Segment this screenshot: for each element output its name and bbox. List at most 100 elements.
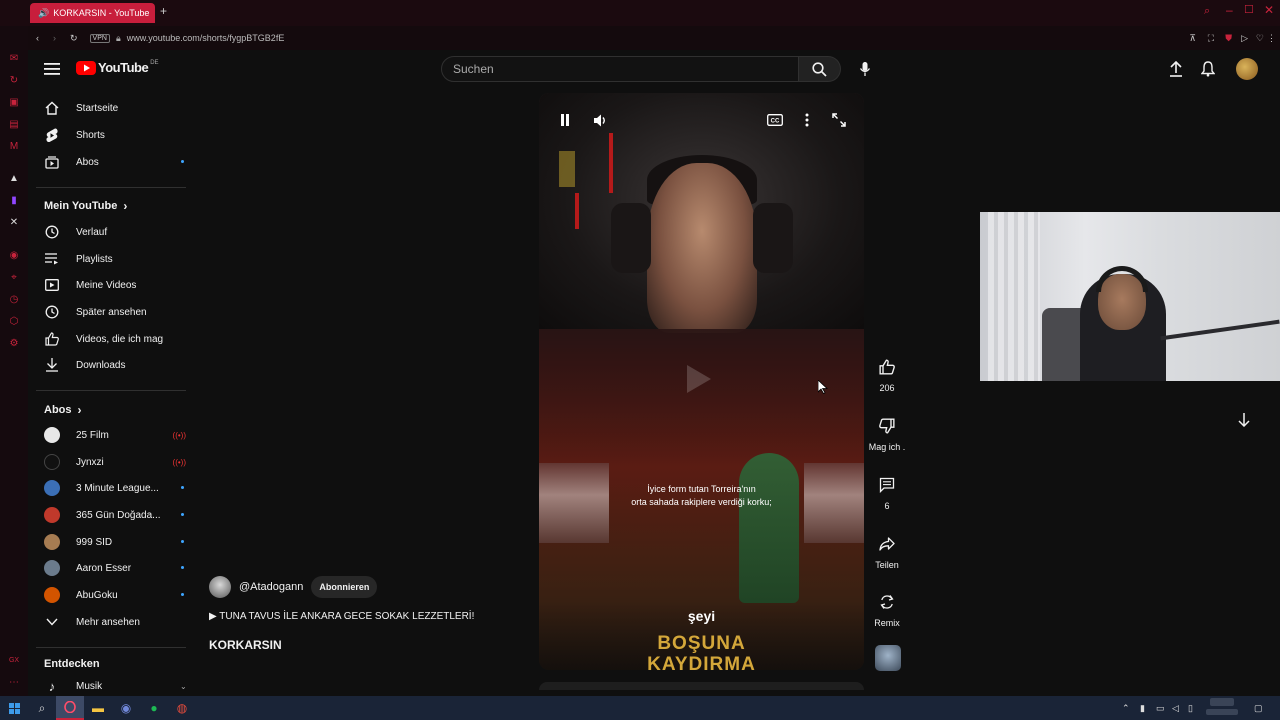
share-action[interactable]: Teilen	[866, 532, 908, 570]
sidebar-item-startseite[interactable]: Startseite	[36, 95, 186, 121]
active-tab[interactable]: 🔊 KORKARSIN - YouTube	[30, 3, 155, 23]
comments-action[interactable]: 6	[866, 473, 908, 511]
forward-icon[interactable]: ›	[53, 33, 56, 43]
next-short-button[interactable]	[1232, 408, 1256, 432]
sidebar-item-playlists[interactable]: Playlists	[36, 246, 186, 272]
twitch-icon[interactable]: ▮	[8, 195, 20, 207]
sidebar-sub-3-minute-league[interactable]: 3 Minute League...	[36, 475, 186, 501]
clock-time[interactable]	[1210, 698, 1234, 706]
tray-mic-icon[interactable]: ▮	[1140, 703, 1145, 714]
menu-dots-icon[interactable]: ⋮	[1267, 33, 1276, 44]
x-icon[interactable]: ✕	[8, 217, 20, 229]
like-action[interactable]: 206	[866, 355, 908, 393]
sidebar-item-verlauf[interactable]: Verlauf	[36, 219, 186, 245]
sidebar-sub-25-film[interactable]: 25 Film ((•))	[36, 422, 186, 448]
pin-icon[interactable]: ⌖	[8, 272, 20, 284]
tray-chevron-icon[interactable]: ⌃	[1122, 703, 1130, 714]
clock-icon[interactable]: ◷	[8, 294, 20, 306]
search-button[interactable]	[799, 56, 841, 82]
voice-search-button[interactable]	[853, 57, 877, 81]
history-sidebar-icon[interactable]: ↻	[8, 75, 20, 87]
sidebar-item-downloads[interactable]: Downloads	[36, 352, 186, 378]
remix-button[interactable]	[875, 590, 899, 614]
gx-icon[interactable]: GX	[8, 655, 20, 667]
tray-network-icon[interactable]: ▭	[1156, 703, 1165, 714]
snapshot-icon[interactable]: ⛶	[1208, 33, 1214, 44]
bag-icon[interactable]: ▣	[8, 97, 20, 109]
wallet-icon[interactable]: ▤	[8, 119, 20, 131]
captions-button[interactable]: CC	[765, 110, 785, 130]
account-avatar[interactable]	[1236, 58, 1258, 80]
shorts-video-player[interactable]: CC İyice form tutan Torreira'nın orta sa…	[539, 93, 864, 670]
messenger-icon[interactable]: ✉	[8, 53, 20, 65]
vpn-badge[interactable]: VPN	[89, 33, 110, 43]
sidebar-sub-999-sid[interactable]: 999 SID	[36, 529, 186, 555]
aria-icon[interactable]: ▲	[8, 173, 20, 185]
speaker-icon[interactable]: 🔊	[38, 8, 49, 19]
reload-icon[interactable]: ↻	[70, 33, 78, 44]
sidebar-item-shorts[interactable]: Shorts	[36, 122, 186, 148]
back-icon[interactable]: ‹	[36, 33, 39, 43]
section-mein-youtube[interactable]: Mein YouTube ›	[44, 199, 127, 213]
search-taskbar-icon[interactable]: ⌕	[28, 696, 56, 720]
close-button[interactable]: ✕	[1264, 3, 1274, 17]
section-abos[interactable]: Abos ›	[44, 403, 82, 417]
extensions-icon[interactable]: ⬡	[8, 316, 20, 328]
sidebar-sub-365-gun[interactable]: 365 Gün Doğada...	[36, 502, 186, 528]
sidebar-item-meine-videos[interactable]: Meine Videos	[36, 272, 186, 298]
more-icon[interactable]: ⋯	[8, 677, 20, 689]
minimize-button[interactable]: –	[1226, 3, 1233, 17]
remix-action[interactable]: Remix	[866, 590, 908, 628]
bookmark-heart-icon[interactable]: ♡	[1256, 33, 1264, 44]
search-input[interactable]: Suchen	[441, 56, 799, 82]
file-explorer-icon[interactable]: ▬	[84, 696, 112, 720]
adblock-icon[interactable]: ⛊	[1225, 33, 1232, 44]
fullscreen-button[interactable]	[829, 110, 849, 130]
sidebar-sub-aaron-esser[interactable]: Aaron Esser	[36, 555, 186, 581]
menu-icon[interactable]	[40, 57, 64, 81]
notifications-button[interactable]	[1196, 57, 1220, 81]
share-button[interactable]	[875, 532, 899, 556]
play-ext-icon[interactable]: ▷	[1241, 33, 1248, 44]
youtube-logo[interactable]: YouTube DE	[76, 60, 159, 75]
sidebar-item-spaeter-ansehen[interactable]: Später ansehen	[36, 299, 186, 325]
subscribe-button[interactable]: Abonnieren	[311, 576, 378, 598]
sidebar-item-abos[interactable]: Abos	[36, 149, 186, 175]
dislike-action[interactable]: Mag ich .	[866, 414, 908, 452]
opera-taskbar-icon[interactable]	[56, 696, 84, 720]
channel-name[interactable]: @Atadogann	[239, 581, 303, 593]
sidebar-item-musik[interactable]: ♪ Musik	[36, 673, 186, 696]
mail-icon[interactable]: M	[8, 141, 20, 153]
obs-icon[interactable]: ◍	[168, 696, 196, 720]
like-button[interactable]	[875, 355, 899, 379]
comments-button[interactable]	[875, 473, 899, 497]
url-field[interactable]: www.youtube.com/shorts/fygpBTGB2fE	[127, 33, 285, 43]
sidebar-item-liked-videos[interactable]: Videos, die ich mag	[36, 326, 186, 352]
upload-button[interactable]	[1164, 57, 1188, 81]
sidebar-show-more[interactable]: Mehr ansehen	[36, 609, 186, 635]
maximize-button[interactable]: ☐	[1244, 3, 1254, 16]
channel-avatar[interactable]	[209, 576, 231, 598]
notification-center-icon[interactable]: ▢	[1254, 703, 1263, 714]
more-options-button[interactable]	[797, 110, 817, 130]
sidebar-scroll-down-icon[interactable]: ⌄	[180, 682, 187, 691]
dislike-button[interactable]	[875, 414, 899, 438]
windows-start-icon[interactable]	[0, 696, 28, 720]
volume-button[interactable]	[591, 110, 611, 130]
search-tabs-icon[interactable]: ⌕	[1204, 5, 1210, 18]
clock-date[interactable]	[1206, 709, 1238, 715]
new-tab-button[interactable]: +	[160, 4, 167, 18]
settings-icon[interactable]: ⚙	[8, 338, 20, 350]
tray-volume-icon[interactable]: ◁	[1172, 703, 1179, 714]
short-description[interactable]: ▶ TUNA TAVUS İLE ANKARA GECE SOKAK LEZZE…	[209, 611, 474, 622]
tray-battery-icon[interactable]: ▯	[1188, 703, 1193, 714]
sidebar-sub-abugoku[interactable]: AbuGoku	[36, 582, 186, 608]
spotify-icon[interactable]: ●	[140, 696, 168, 720]
pin-page-icon[interactable]: ⊼	[1189, 33, 1196, 44]
next-short-peek[interactable]	[539, 682, 864, 690]
pause-button[interactable]	[555, 110, 575, 130]
player-icon[interactable]: ◉	[8, 250, 20, 262]
sound-thumbnail[interactable]	[875, 645, 901, 671]
discord-icon[interactable]: ◉	[112, 696, 140, 720]
sidebar-sub-jynxzi[interactable]: Jynxzi ((•))	[36, 449, 186, 475]
